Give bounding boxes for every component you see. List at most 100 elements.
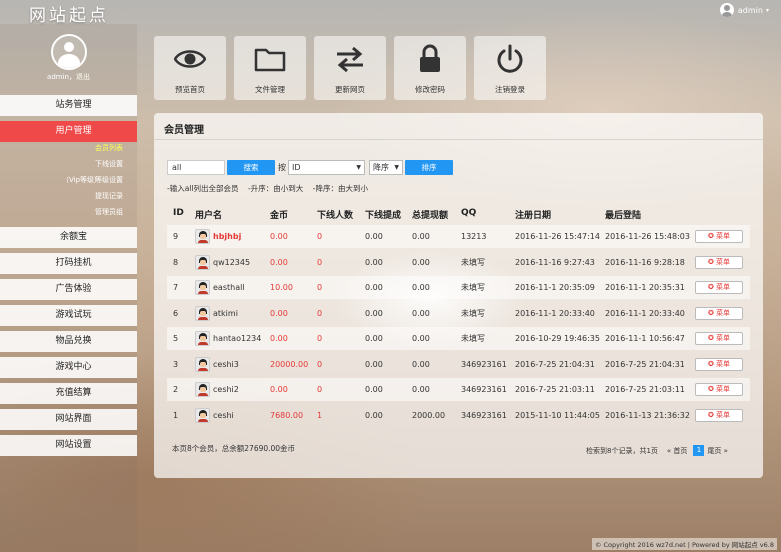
col-header-username[interactable]: 用户名 [195, 208, 222, 221]
table-row: 6 atkimi 0.00 0 0.00 0.00 未填写 2016-11-1 20:33:4… [167, 302, 750, 325]
search-input[interactable]: all [167, 160, 225, 175]
col-header-qq[interactable]: QQ [461, 208, 476, 218]
cell-gold: 0.00 [270, 385, 288, 394]
row-menu-button[interactable]: ✪ 菜单 [695, 383, 743, 396]
row-menu-button[interactable]: ✪ 菜单 [695, 357, 743, 371]
sidebar-subitem-level-settings[interactable]: （Vip等级） 等级设置 [0, 174, 137, 187]
cell-commission: 0.00 [365, 410, 383, 420]
col-header-reg-date[interactable]: 注册日期 [515, 208, 551, 221]
shortcut-files[interactable]: 文件管理 [234, 36, 306, 100]
folder-icon [254, 48, 286, 72]
row-menu-button[interactable]: ✪ 菜单 [695, 230, 743, 243]
cell-name[interactable]: atkimi [213, 302, 238, 325]
row-menu-button[interactable]: ✪ 菜单 [695, 281, 743, 294]
cell-last: 2016-11-1 10:56:47 [605, 334, 685, 343]
cell-reg: 2016-11-26 15:47:14 [515, 232, 600, 241]
divider [154, 139, 763, 140]
logout-link[interactable]: 退出 [76, 73, 90, 81]
sidebar-subitem-admin-groups[interactable]: 管理员组 [0, 206, 137, 219]
cell-name[interactable]: qw12345 [213, 251, 250, 274]
exchange-icon [337, 46, 363, 73]
sidebar-item-user-admin[interactable]: 用户管理 [0, 121, 137, 142]
sort-order-select[interactable]: 降序 ▼ [369, 160, 403, 175]
col-header-gold[interactable]: 金币 [270, 208, 288, 221]
cell-qq: 未填写 [461, 283, 485, 292]
cell-name[interactable]: ceshi2 [213, 378, 239, 401]
cell-name[interactable]: hbjhbj [213, 225, 241, 248]
cell-downline: 0 [317, 232, 323, 241]
lock-icon [420, 44, 440, 72]
user-avatar [195, 382, 210, 397]
cell-last: 2016-7-25 21:04:31 [605, 359, 685, 369]
member-panel: 会员管理 all 搜索 按 ID ▼ 降序 ▼ 排序 -输入all列出全部会员 -升… [154, 113, 763, 478]
cell-downline: 0 [317, 283, 323, 292]
cell-last: 2016-11-13 21:36:32 [605, 410, 690, 420]
sidebar-subitem-member-list[interactable]: 会员列表 [0, 142, 137, 155]
cell-last: 2016-11-1 20:33:40 [605, 308, 685, 318]
sidebar-item-ads[interactable]: 广告体验 [0, 279, 137, 300]
sidebar-subitem-withdraw-records[interactable]: 提现记录 [0, 190, 137, 203]
cell-qq: 346923161 [461, 410, 507, 420]
col-header-withdraw[interactable]: 总提现额 [412, 208, 448, 221]
sidebar-item-recharge[interactable]: 充值结算 [0, 383, 137, 404]
sidebar-item-yuebao[interactable]: 余额宝 [0, 227, 137, 248]
sidebar-item-captcha[interactable]: 打码挂机 [0, 253, 137, 274]
row-menu-button[interactable]: ✪ 菜单 [695, 306, 743, 320]
cell-gold: 0.00 [270, 232, 288, 241]
cell-id: 6 [173, 308, 179, 318]
pagination: 检索到8个记录，共1页 « 首页 1 尾页 » [586, 445, 728, 456]
col-header-last-login[interactable]: 最后登陆 [605, 208, 641, 221]
cell-id: 8 [173, 257, 179, 267]
cell-gold: 7680.00 [270, 410, 304, 420]
cell-withdraw: 2000.00 [412, 410, 446, 420]
sidebar-item-site-settings[interactable]: 网站设置 [0, 435, 137, 456]
cell-withdraw: 0.00 [412, 385, 430, 394]
shortcut-preview[interactable]: 预览首页 [154, 36, 226, 100]
sidebar-item-exchange[interactable]: 物品兑换 [0, 331, 137, 352]
chevron-down-icon: ▾ [765, 6, 769, 14]
profile-name: admin，退出 [47, 73, 90, 81]
col-header-id[interactable]: ID [173, 208, 184, 218]
cell-withdraw: 0.00 [412, 232, 430, 241]
table-row: 3 ceshi3 20000.00 0 0.00 0.00 346923161 2016-7-… [167, 353, 750, 376]
row-menu-button[interactable]: ✪ 菜单 [695, 408, 743, 422]
search-button[interactable]: 搜索 [227, 160, 275, 175]
cell-name[interactable]: ceshi [213, 404, 234, 427]
cell-gold: 20000.00 [270, 359, 309, 369]
sidebar-subitem-downline-settings[interactable]: 下线设置 [0, 158, 137, 171]
sort-field-select[interactable]: ID ▼ [288, 160, 365, 175]
user-avatar [195, 356, 210, 372]
cell-qq: 346923161 [461, 359, 507, 369]
sidebar-item-site-admin[interactable]: 站务管理 [0, 95, 137, 116]
cell-last: 2016-11-26 15:48:03 [605, 232, 690, 241]
sidebar: admin，退出 站务管理 用户管理 会员列表 下线设置 （Vip等级） 等级设置… [0, 24, 137, 552]
table-row: 8 qw12345 0.00 0 0.00 0.00 未填写 2016-11-16 9:27:… [167, 251, 750, 274]
sidebar-item-game-center[interactable]: 游戏中心 [0, 357, 137, 378]
cell-qq: 13213 [461, 232, 487, 241]
site-logo[interactable]: 网站起点 [29, 1, 109, 26]
shortcut-logout[interactable]: 注销登录 [474, 36, 546, 100]
row-menu-button[interactable]: ✪ 菜单 [695, 255, 743, 269]
copyright: © Copyright 2016 wz7d.net | Powered by 网… [591, 538, 777, 550]
cell-id: 2 [173, 385, 179, 394]
table-row: 2 ceshi2 0.00 0 0.00 0.00 346923161 2016-7-25 2… [167, 378, 750, 401]
cell-name[interactable]: hantao1234 [213, 327, 261, 350]
user-menu[interactable]: admin ▾ [719, 3, 769, 17]
shortcut-update[interactable]: 更新网页 [314, 36, 386, 100]
sort-button[interactable]: 排序 [405, 160, 453, 175]
col-header-downline[interactable]: 下线人数 [317, 208, 353, 221]
cell-gold: 0.00 [270, 257, 288, 267]
shortcut-password[interactable]: 修改密码 [394, 36, 466, 100]
cell-qq: 未填写 [461, 257, 485, 267]
record-count: 检索到8个记录，共1页 [586, 446, 658, 455]
cell-name[interactable]: easthall [213, 276, 245, 299]
first-page-link[interactable]: « 首页 [667, 446, 688, 456]
row-menu-button[interactable]: ✪ 菜单 [695, 332, 743, 345]
current-page[interactable]: 1 [693, 445, 705, 456]
sidebar-item-game-trial[interactable]: 游戏试玩 [0, 305, 137, 326]
last-page-link[interactable]: 尾页 » [707, 446, 728, 456]
cell-withdraw: 0.00 [412, 283, 430, 292]
sidebar-item-site-ui[interactable]: 网站界面 [0, 409, 137, 430]
cell-name[interactable]: ceshi3 [213, 353, 239, 376]
col-header-commission[interactable]: 下线提成 [365, 208, 401, 221]
